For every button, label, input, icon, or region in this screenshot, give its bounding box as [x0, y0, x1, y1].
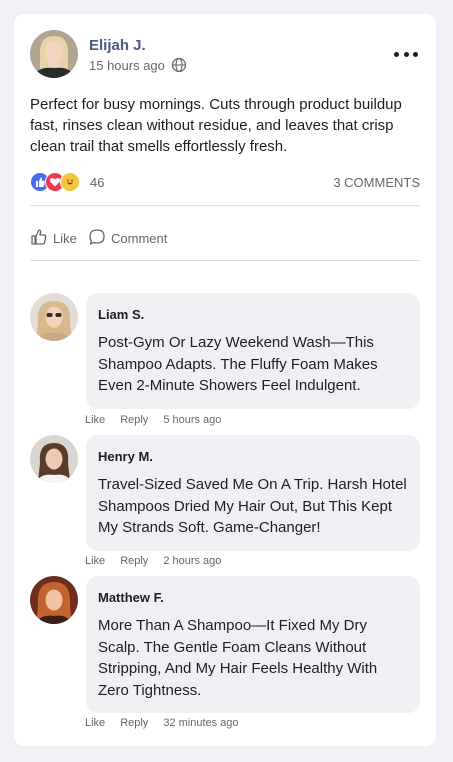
divider: [30, 205, 420, 206]
post-header: Elijah J. 15 hours ago: [30, 30, 420, 78]
comment-author[interactable]: Henry M.: [98, 449, 408, 464]
more-options-icon[interactable]: [394, 44, 418, 64]
comment-bubble: Henry M. Travel-Sized Saved Me On A Trip…: [86, 435, 420, 551]
author-avatar[interactable]: [30, 30, 78, 78]
reaction-icons[interactable]: [30, 172, 84, 194]
comment-meta: Like Reply 32 minutes ago: [85, 717, 239, 729]
post-card: Elijah J. 15 hours ago Perfect for busy …: [14, 14, 436, 746]
comment-meta: Like Reply 5 hours ago: [85, 414, 221, 426]
commenter-avatar[interactable]: [30, 435, 78, 483]
comment-label: Comment: [111, 231, 168, 246]
comment-button[interactable]: Comment: [88, 228, 167, 249]
comment-reply-link[interactable]: Reply: [120, 414, 148, 426]
like-label: Like: [53, 231, 77, 246]
comment-text: Travel-Sized Saved Me On A Trip. Harsh H…: [98, 476, 407, 536]
globe-icon: [171, 57, 187, 73]
reaction-count[interactable]: 46: [90, 175, 104, 190]
commenter-avatar[interactable]: [30, 576, 78, 624]
comment-like-link[interactable]: Like: [85, 414, 105, 426]
commenter-avatar[interactable]: [30, 293, 78, 341]
comment-item: Liam S. Post-Gym Or Lazy Weekend Wash—Th…: [30, 293, 420, 409]
comment-like-link[interactable]: Like: [85, 717, 105, 729]
comment-bubble-icon: [88, 228, 106, 249]
divider: [30, 260, 420, 261]
post-time[interactable]: 15 hours ago: [89, 58, 165, 73]
author-name[interactable]: Elijah J.: [89, 37, 146, 54]
comment-bubble: Matthew F. More Than A Shampoo—It Fixed …: [86, 576, 420, 713]
comment-item: Henry M. Travel-Sized Saved Me On A Trip…: [30, 435, 420, 551]
comment-author[interactable]: Liam S.: [98, 307, 408, 322]
post-time-row: 15 hours ago: [89, 57, 187, 73]
comment-like-link[interactable]: Like: [85, 555, 105, 567]
comment-reply-link[interactable]: Reply: [120, 717, 148, 729]
action-bar: Like Comment: [30, 228, 420, 250]
comment-text: More Than A Shampoo—It Fixed My Dry Scal…: [98, 617, 378, 699]
post-text: Perfect for busy mornings. Cuts through …: [30, 96, 402, 155]
comment-author[interactable]: Matthew F.: [98, 590, 408, 605]
comment-time: 2 hours ago: [163, 555, 222, 567]
comment-time: 32 minutes ago: [163, 717, 239, 729]
comment-meta: Like Reply 2 hours ago: [85, 555, 221, 567]
comment-reply-link[interactable]: Reply: [120, 555, 148, 567]
like-button[interactable]: Like: [30, 228, 77, 249]
haha-reaction-icon: [60, 172, 80, 192]
comment-bubble: Liam S. Post-Gym Or Lazy Weekend Wash—Th…: [86, 293, 420, 409]
comment-item: Matthew F. More Than A Shampoo—It Fixed …: [30, 576, 420, 713]
reactions-row: 46 3 COMMENTS: [30, 172, 420, 194]
thumbs-up-icon: [30, 228, 48, 249]
comment-time: 5 hours ago: [163, 414, 222, 426]
comment-text: Post-Gym Or Lazy Weekend Wash—This Shamp…: [98, 334, 378, 394]
comments-count[interactable]: 3 COMMENTS: [333, 175, 420, 190]
